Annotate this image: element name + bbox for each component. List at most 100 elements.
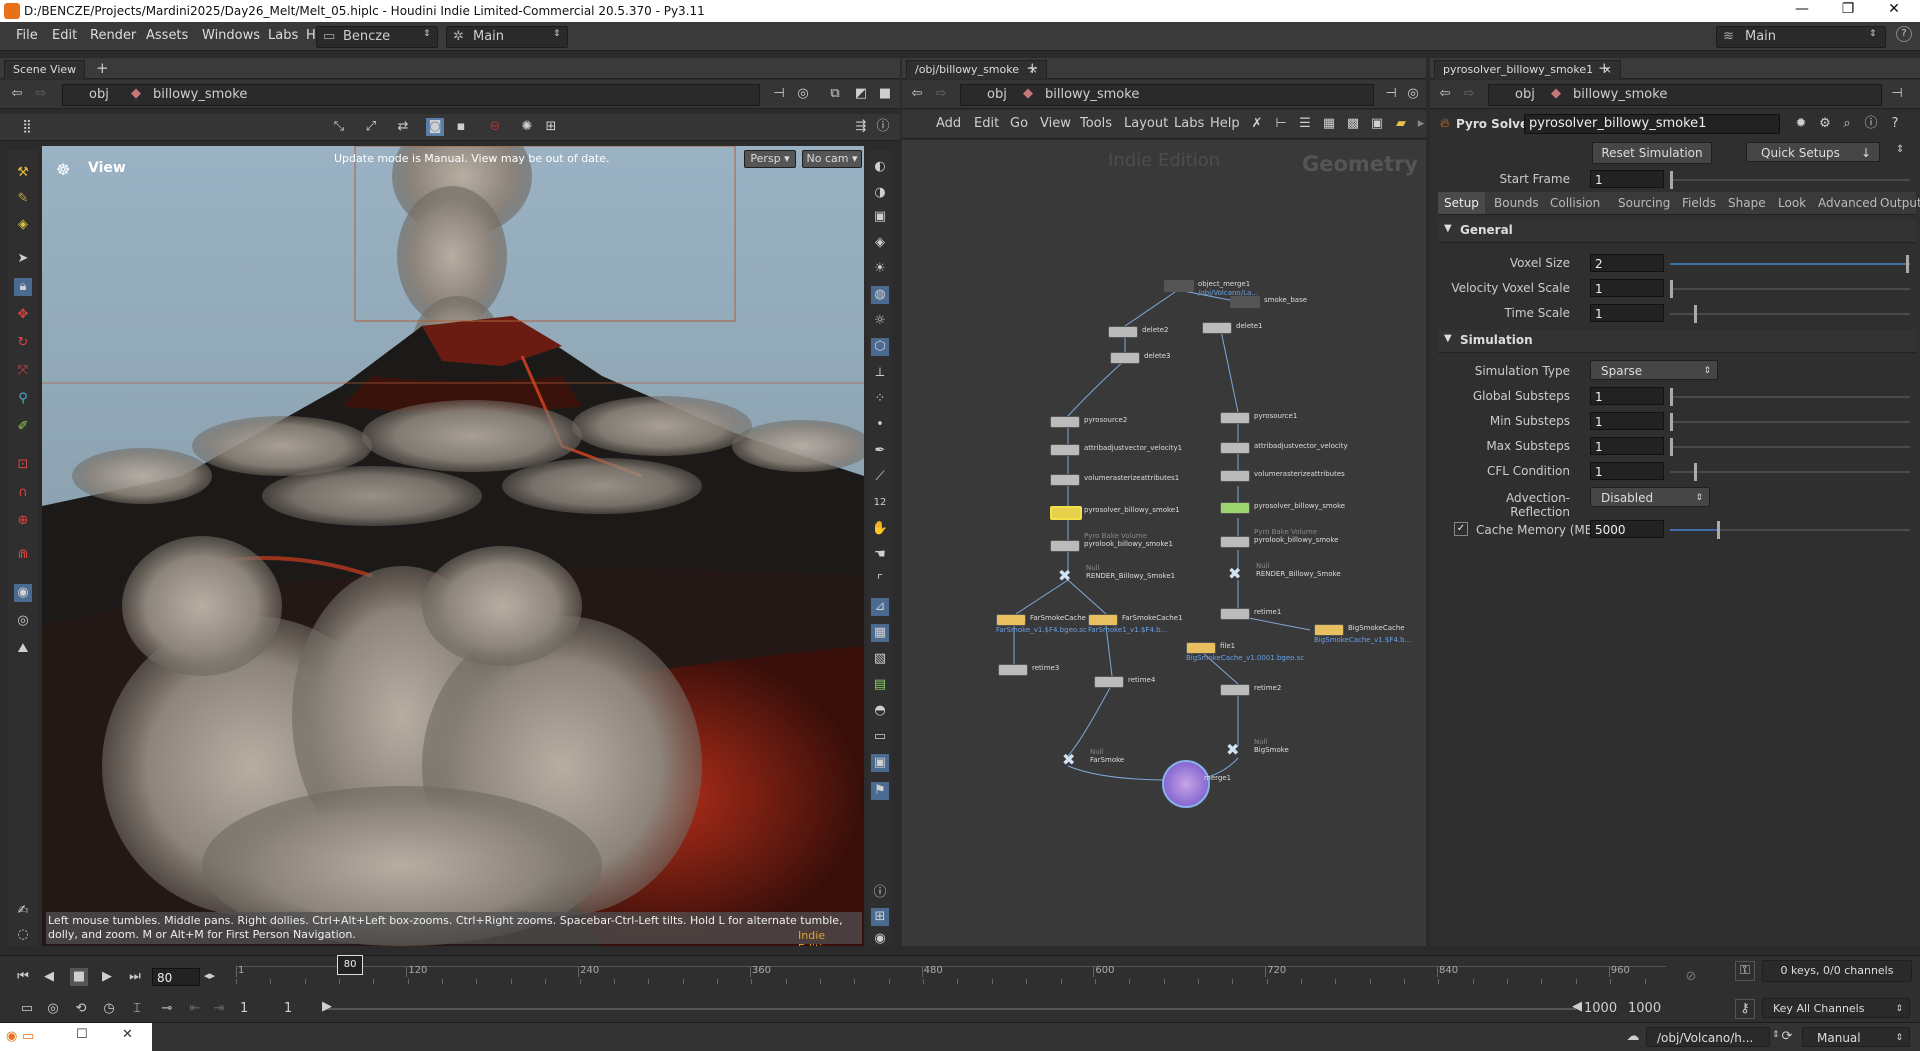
pen-icon[interactable]: ✒ — [871, 442, 889, 460]
playback-end-field[interactable]: 1000 — [1628, 1001, 1661, 1016]
tab-params[interactable]: pyrosolver_billowy_smoke1 × — [1434, 60, 1621, 79]
menu-edit[interactable]: Edit — [52, 28, 77, 43]
step-back-icon[interactable]: ◀ — [40, 968, 58, 986]
back-arrow-icon[interactable]: ⇦ — [908, 85, 926, 103]
param-field[interactable]: 1 — [1590, 437, 1664, 455]
node-box[interactable] — [1230, 296, 1260, 308]
prev-key-icon[interactable]: ⇤ — [186, 1000, 204, 1018]
close-icon[interactable]: ✕ — [1872, 1, 1916, 21]
param-slider[interactable] — [1670, 388, 1910, 406]
range-slider[interactable] — [326, 1008, 1576, 1010]
tree-icon[interactable]: ⊢ — [1272, 115, 1290, 133]
keyframe-icon[interactable]: ⊸ — [158, 1000, 176, 1018]
network-menu-labs[interactable]: Labs — [1174, 116, 1204, 131]
select-mode-icon[interactable]: ▪ — [452, 118, 470, 136]
node-box[interactable] — [1094, 676, 1124, 688]
shading-icon[interactable]: ◍ — [871, 286, 889, 304]
param-slider[interactable] — [1670, 463, 1910, 481]
info-icon[interactable]: ⓘ — [1862, 115, 1880, 133]
handle-tool-icon[interactable]: ⚒ — [14, 164, 32, 182]
audio-icon[interactable]: ⊘ — [1682, 968, 1700, 986]
pose-icon[interactable]: ⚲ — [14, 390, 32, 408]
slider-knob[interactable] — [1693, 305, 1697, 323]
minimized-window[interactable]: ◉ ▭ ☐ ✕ — [0, 1023, 152, 1051]
tab-look[interactable]: Look — [1772, 192, 1812, 214]
snap-magnet-icon[interactable]: ⋒ — [14, 546, 32, 564]
viewer-help-icon[interactable]: ⓘ — [874, 118, 892, 136]
minimize-icon[interactable]: — — [1780, 1, 1824, 21]
advection-dropdown[interactable]: Disabled ⇕ — [1590, 487, 1710, 507]
network-menu-add[interactable]: Add — [936, 116, 961, 131]
transform-icon[interactable]: ⊡ — [14, 456, 32, 474]
key-all-dropdown[interactable]: Key All Channels ⇕ — [1762, 998, 1910, 1018]
slider-knob[interactable] — [1670, 388, 1673, 406]
range-end-field[interactable]: 1000 — [1584, 1001, 1617, 1016]
node-box[interactable] — [1050, 540, 1080, 552]
param-field[interactable]: 1 — [1590, 279, 1664, 297]
render-icon[interactable]: ◓ — [871, 702, 889, 720]
node-box[interactable] — [996, 614, 1026, 626]
render-region-icon[interactable]: ⛰ — [14, 640, 32, 658]
node-box[interactable] — [998, 664, 1028, 676]
cache-memory-checkbox[interactable]: ✓ — [1454, 522, 1468, 536]
wire-icon[interactable]: ⬡ — [871, 338, 889, 356]
loop-icon[interactable]: ⟲ — [72, 1000, 90, 1018]
network-menu-help[interactable]: Help — [1210, 116, 1240, 131]
camera-tool-icon[interactable]: ◎ — [14, 612, 32, 630]
sticky-note-icon[interactable]: ▰ — [1392, 115, 1410, 133]
path-root[interactable]: obj — [89, 87, 109, 102]
gear-icon[interactable]: ✹ — [1792, 115, 1810, 133]
network-menu-go[interactable]: Go — [1010, 116, 1028, 131]
pin-icon[interactable]: ⊣ — [770, 85, 788, 103]
node-box[interactable] — [1050, 474, 1080, 486]
slider-knob[interactable] — [1693, 463, 1697, 481]
menu-file[interactable]: File — [16, 28, 38, 43]
menu-assets[interactable]: Assets — [146, 28, 188, 43]
brush-tool-icon[interactable]: ✎ — [14, 190, 32, 208]
list-icon[interactable]: ☰ — [1296, 115, 1314, 133]
cache-memory-field[interactable]: 5000 — [1590, 520, 1664, 538]
scene-viewport[interactable]: ☸ View Update mode is Manual. View may b… — [42, 146, 864, 946]
tab-shape[interactable]: Shape — [1722, 192, 1772, 214]
network-menu-layout[interactable]: Layout — [1124, 116, 1168, 131]
options-icon[interactable]: ⇶ — [852, 118, 870, 136]
restore-icon[interactable]: ❐ — [1826, 1, 1870, 21]
node-box[interactable] — [1220, 608, 1250, 620]
select-edges-icon[interactable]: ⤢ — [362, 118, 380, 136]
link-icon[interactable]: ◎ — [1404, 85, 1422, 103]
param-field[interactable]: 1 — [1590, 387, 1664, 405]
param-field[interactable]: 1 — [1590, 304, 1664, 322]
playhead[interactable]: 80 — [337, 955, 364, 975]
points-icon[interactable]: ⁘ — [871, 390, 889, 408]
path-node[interactable]: billowy_smoke — [1045, 87, 1139, 102]
pin-icon[interactable]: ⊣ — [1382, 85, 1400, 103]
path-node[interactable]: billowy_smoke — [153, 87, 247, 102]
menu-render[interactable]: Render — [90, 28, 136, 43]
params-path-field[interactable]: obj ◆ billowy_smoke — [1488, 84, 1882, 106]
menu-labs[interactable]: Labs — [268, 28, 298, 43]
lock-icon[interactable]: 🔒︎ — [14, 278, 32, 296]
safe-area-icon[interactable]: ⌜ — [871, 572, 889, 590]
back-arrow-icon[interactable]: ⇦ — [1436, 85, 1454, 103]
scale-icon[interactable]: ⤧ — [14, 362, 32, 380]
realtime-icon[interactable]: ▭ — [18, 1000, 36, 1018]
quick-setups-dropdown[interactable]: Quick Setups ↓ — [1746, 142, 1880, 162]
camera-icon[interactable]: ▭ — [871, 728, 889, 746]
network-editor[interactable]: Indie Edition Geometry object_merge1 /ob… — [902, 140, 1426, 946]
pin-icon[interactable]: ⊣ — [1888, 85, 1906, 103]
audio-scrub-icon[interactable]: ◎ — [44, 1000, 62, 1018]
add-tab-icon[interactable]: + — [1598, 59, 1611, 77]
keys-info[interactable]: 0 keys, 0/0 channels — [1762, 960, 1912, 982]
frame-ruler[interactable]: 1 120 240 360 480 600 720 840 960 80 — [236, 955, 1666, 995]
param-field[interactable]: 1 — [1590, 462, 1664, 480]
path-root[interactable]: obj — [1515, 87, 1535, 102]
node-box[interactable] — [1108, 326, 1138, 338]
dot-icon[interactable]: • — [871, 416, 889, 434]
null-node-icon[interactable]: ✖ — [1058, 566, 1071, 585]
current-frame-field[interactable]: 80 — [152, 968, 200, 986]
mute-icon[interactable]: ◌ — [14, 926, 32, 944]
add-tab-icon[interactable]: + — [96, 59, 109, 77]
back-arrow-icon[interactable]: ⇦ — [8, 85, 26, 103]
flipbook-icon[interactable]: ▤ — [871, 676, 889, 694]
tab-collision[interactable]: Collision — [1544, 192, 1606, 214]
